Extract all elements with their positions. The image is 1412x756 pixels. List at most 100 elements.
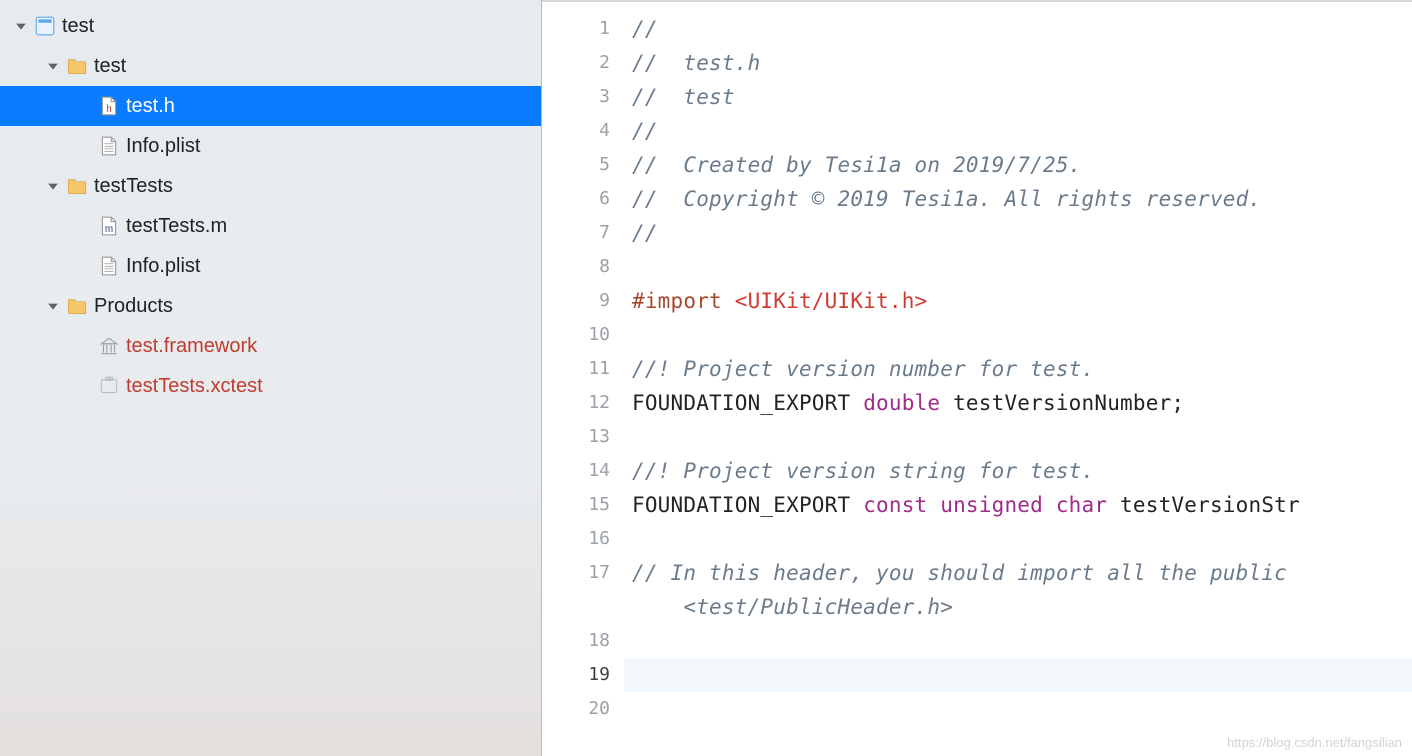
- token: //: [632, 17, 658, 41]
- svg-text:m: m: [105, 223, 114, 235]
- project-navigator[interactable]: testtesthtest.hInfo.plisttestTestsmtestT…: [0, 0, 542, 756]
- token: //: [632, 221, 658, 245]
- tree-item-label: testTests.xctest: [126, 375, 263, 398]
- token: testVersionStr: [1107, 493, 1300, 517]
- line-number: 1: [542, 12, 610, 46]
- tree-item-label: Info.plist: [126, 135, 200, 158]
- disclosure-triangle-icon[interactable]: [46, 179, 60, 193]
- line-number: 10: [542, 318, 610, 352]
- m-icon: m: [98, 215, 120, 237]
- framework-icon: [98, 335, 120, 357]
- code-line[interactable]: // test: [632, 80, 1412, 114]
- tree-row-file-testh[interactable]: htest.h: [0, 86, 541, 126]
- tree-item-label: test: [62, 15, 94, 38]
- plist-icon: [98, 255, 120, 277]
- tree-item-label: test.framework: [126, 335, 257, 358]
- code-line[interactable]: [632, 692, 1412, 726]
- code-line[interactable]: //: [632, 216, 1412, 250]
- tree-row-file-info2[interactable]: Info.plist: [0, 246, 541, 286]
- token: // Copyright © 2019 Tesi1a. All rights r…: [632, 187, 1261, 211]
- code-line[interactable]: //: [632, 114, 1412, 148]
- code-line[interactable]: [632, 420, 1412, 454]
- token: unsigned: [940, 493, 1043, 517]
- line-number: 5: [542, 148, 610, 182]
- tree-row-prod-fw[interactable]: test.framework: [0, 326, 541, 366]
- line-number: 14: [542, 454, 610, 488]
- code-line[interactable]: FOUNDATION_EXPORT const unsigned char te…: [632, 488, 1412, 522]
- line-number: 20: [542, 692, 610, 726]
- code-line[interactable]: [632, 624, 1412, 658]
- line-number: 13: [542, 420, 610, 454]
- disclosure-triangle-icon: [78, 379, 92, 393]
- line-number: 7: [542, 216, 610, 250]
- line-number: [542, 590, 610, 624]
- token: [1043, 493, 1056, 517]
- token: // Created by Tesi1a on 2019/7/25.: [632, 153, 1082, 177]
- code-line[interactable]: //! Project version number for test.: [632, 352, 1412, 386]
- token: <UIKit/UIKit.h>: [735, 289, 928, 313]
- code-line[interactable]: FOUNDATION_EXPORT double testVersionNumb…: [632, 386, 1412, 420]
- h-icon: h: [98, 95, 120, 117]
- code-line[interactable]: [632, 318, 1412, 352]
- tree-row-grp-testtests[interactable]: testTests: [0, 166, 541, 206]
- token: // test: [632, 85, 735, 109]
- line-number: 4: [542, 114, 610, 148]
- line-number-gutter: 1234567891011121314151617181920: [542, 0, 624, 756]
- disclosure-triangle-icon: [78, 219, 92, 233]
- token: <test/PublicHeader.h>: [632, 595, 953, 619]
- code-area[interactable]: // // test.h // test // // Created by Tesi1a…: [624, 0, 1412, 756]
- folder-icon: [66, 175, 88, 197]
- code-line[interactable]: [632, 658, 1412, 692]
- line-number: 9: [542, 284, 610, 318]
- code-line[interactable]: // Copyright © 2019 Tesi1a. All rights r…: [632, 182, 1412, 216]
- line-number: 15: [542, 488, 610, 522]
- line-number: 11: [542, 352, 610, 386]
- tree-row-root[interactable]: test: [0, 6, 541, 46]
- tree-row-file-info1[interactable]: Info.plist: [0, 126, 541, 166]
- code-line[interactable]: // Created by Tesi1a on 2019/7/25.: [632, 148, 1412, 182]
- xctest-icon: [98, 375, 120, 397]
- tree-item-label: testTests: [94, 175, 173, 198]
- tree-row-file-ttm[interactable]: mtestTests.m: [0, 206, 541, 246]
- token: char: [1056, 493, 1107, 517]
- source-editor[interactable]: 1234567891011121314151617181920 //// tes…: [542, 0, 1412, 756]
- tree-item-label: Info.plist: [126, 255, 200, 278]
- folder-icon: [66, 55, 88, 77]
- folder-icon: [66, 295, 88, 317]
- line-number: 19: [542, 658, 610, 692]
- disclosure-triangle-icon: [78, 339, 92, 353]
- line-number: 3: [542, 80, 610, 114]
- tree-item-label: test: [94, 55, 126, 78]
- code-line[interactable]: [632, 250, 1412, 284]
- tree-row-grp-test[interactable]: test: [0, 46, 541, 86]
- token: //! Project version number for test.: [632, 357, 1094, 381]
- token: [927, 493, 940, 517]
- code-line[interactable]: <test/PublicHeader.h>: [632, 590, 1412, 624]
- code-line[interactable]: [632, 522, 1412, 556]
- line-number: 12: [542, 386, 610, 420]
- token: const: [863, 493, 927, 517]
- code-line[interactable]: // In this header, you should import all…: [632, 556, 1412, 590]
- line-number: 17: [542, 556, 610, 590]
- disclosure-triangle-icon[interactable]: [46, 299, 60, 313]
- token: //: [632, 119, 658, 143]
- token: double: [863, 391, 940, 415]
- project-icon: [34, 15, 56, 37]
- token: testVersionNumber;: [940, 391, 1184, 415]
- plist-icon: [98, 135, 120, 157]
- line-number: 18: [542, 624, 610, 658]
- disclosure-triangle-icon: [78, 99, 92, 113]
- code-line[interactable]: // test.h: [632, 46, 1412, 80]
- tree-row-grp-products[interactable]: Products: [0, 286, 541, 326]
- line-number: 2: [542, 46, 610, 80]
- disclosure-triangle-icon[interactable]: [46, 59, 60, 73]
- code-line[interactable]: #import <UIKit/UIKit.h>: [632, 284, 1412, 318]
- token: // test.h: [632, 51, 760, 75]
- tree-row-prod-xctest[interactable]: testTests.xctest: [0, 366, 541, 406]
- code-line[interactable]: //! Project version string for test.: [632, 454, 1412, 488]
- tree-item-label: Products: [94, 295, 173, 318]
- code-line[interactable]: //: [632, 12, 1412, 46]
- watermark: https://blog.csdn.net/fangsilian: [1227, 735, 1402, 750]
- token: FOUNDATION_EXPORT: [632, 493, 863, 517]
- disclosure-triangle-icon[interactable]: [14, 19, 28, 33]
